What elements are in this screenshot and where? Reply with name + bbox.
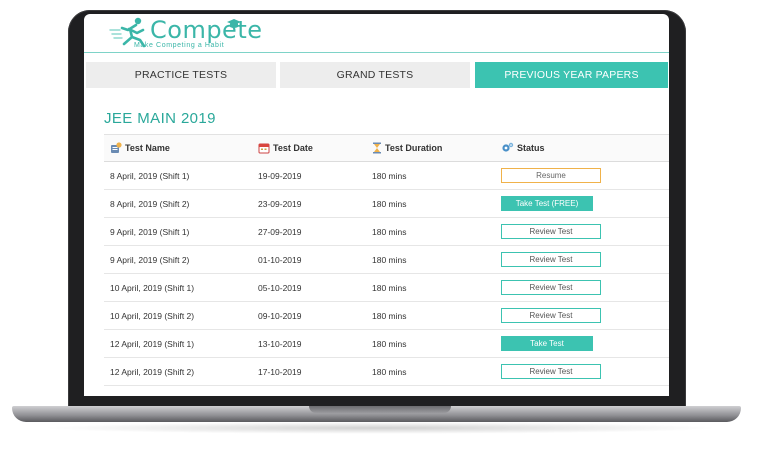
column-header-date: Test Date xyxy=(258,135,313,161)
test-date: 01-10-2019 xyxy=(258,254,302,265)
tests-table: Test Name Test Date Test Duration Status… xyxy=(104,134,669,386)
table-row: 10 April, 2019 (Shift 1) 05-10-2019 180 … xyxy=(104,274,669,302)
tab-previous-year-papers[interactable]: PREVIOUS YEAR PAPERS xyxy=(475,62,668,88)
calendar-icon xyxy=(258,143,270,154)
table-row: 9 April, 2019 (Shift 1) 27-09-2019 180 m… xyxy=(104,218,669,246)
test-name: 8 April, 2019 (Shift 1) xyxy=(110,170,190,181)
review-test-button[interactable]: Review Test xyxy=(501,308,601,323)
test-paper-icon xyxy=(111,142,122,153)
tab-practice-tests[interactable]: PRACTICE TESTS xyxy=(86,62,276,88)
test-duration: 180 mins xyxy=(372,366,407,377)
page-title: JEE MAIN 2019 xyxy=(104,110,216,127)
test-date: 05-10-2019 xyxy=(258,282,302,293)
laptop-notch xyxy=(309,406,451,413)
resume-button[interactable]: Resume xyxy=(501,168,601,183)
status-cell: Take Test xyxy=(501,330,593,357)
take-test-button[interactable]: Take Test xyxy=(501,336,593,351)
status-cell: Review Test xyxy=(501,302,601,329)
review-test-button[interactable]: Review Test xyxy=(501,280,601,295)
test-date: 27-09-2019 xyxy=(258,226,302,237)
test-date: 09-10-2019 xyxy=(258,310,302,321)
gear-icon xyxy=(502,142,514,152)
site-header: Compete Make Competing a Habit xyxy=(84,14,669,53)
column-header-label: Test Name xyxy=(125,143,170,153)
table-header: Test Name Test Date Test Duration Status xyxy=(104,134,669,162)
test-duration: 180 mins xyxy=(372,198,407,209)
logo-wordmark: Compete xyxy=(150,16,263,44)
logo-tagline: Make Competing a Habit xyxy=(134,42,225,49)
column-header-duration: Test Duration xyxy=(372,135,442,161)
test-duration: 180 mins xyxy=(372,338,407,349)
table-row: 12 April, 2019 (Shift 1) 13-10-2019 180 … xyxy=(104,330,669,358)
test-name: 9 April, 2019 (Shift 2) xyxy=(110,254,190,265)
graduation-cap-icon xyxy=(227,19,241,28)
column-header-label: Status xyxy=(517,143,545,153)
status-cell: Resume xyxy=(501,162,601,189)
test-duration: 180 mins xyxy=(372,282,407,293)
test-name: 10 April, 2019 (Shift 1) xyxy=(110,282,195,293)
column-header-status: Status xyxy=(501,135,545,161)
table-row: 8 April, 2019 (Shift 1) 19-09-2019 180 m… xyxy=(104,162,669,190)
test-tabs: PRACTICE TESTS GRAND TESTS PREVIOUS YEAR… xyxy=(84,62,669,90)
status-cell: Review Test xyxy=(501,358,601,385)
review-test-button[interactable]: Review Test xyxy=(501,364,601,379)
hourglass-icon xyxy=(373,142,381,154)
review-test-button[interactable]: Review Test xyxy=(501,224,601,239)
status-cell: Take Test (FREE) xyxy=(501,190,593,217)
test-name: 10 April, 2019 (Shift 2) xyxy=(110,310,195,321)
table-row: 12 April, 2019 (Shift 2) 17-10-2019 180 … xyxy=(104,358,669,386)
test-date: 23-09-2019 xyxy=(258,198,302,209)
test-date: 17-10-2019 xyxy=(258,366,302,377)
status-cell: Review Test xyxy=(501,218,601,245)
laptop-mockup: Compete Make Competing a Habit PRACTICE … xyxy=(0,0,761,454)
test-name: 12 April, 2019 (Shift 1) xyxy=(110,338,195,349)
test-date: 19-09-2019 xyxy=(258,170,302,181)
test-name: 8 April, 2019 (Shift 2) xyxy=(110,198,190,209)
screen: Compete Make Competing a Habit PRACTICE … xyxy=(84,14,669,396)
test-name: 12 April, 2019 (Shift 2) xyxy=(110,366,195,377)
review-test-button[interactable]: Review Test xyxy=(501,252,601,267)
test-duration: 180 mins xyxy=(372,226,407,237)
column-header-name: Test Name xyxy=(110,135,170,161)
tab-grand-tests[interactable]: GRAND TESTS xyxy=(280,62,470,88)
column-header-label: Test Date xyxy=(273,143,313,153)
test-duration: 180 mins xyxy=(372,310,407,321)
logo[interactable]: Compete Make Competing a Habit xyxy=(108,16,262,50)
status-cell: Review Test xyxy=(501,274,601,301)
laptop-shadow xyxy=(40,422,721,434)
table-row: 9 April, 2019 (Shift 2) 01-10-2019 180 m… xyxy=(104,246,669,274)
table-row: 10 April, 2019 (Shift 2) 09-10-2019 180 … xyxy=(104,302,669,330)
table-row: 8 April, 2019 (Shift 2) 23-09-2019 180 m… xyxy=(104,190,669,218)
status-cell: Review Test xyxy=(501,246,601,273)
take-test-free-button[interactable]: Take Test (FREE) xyxy=(501,196,593,211)
test-name: 9 April, 2019 (Shift 1) xyxy=(110,226,190,237)
column-header-label: Test Duration xyxy=(385,143,443,153)
test-date: 13-10-2019 xyxy=(258,338,302,349)
test-duration: 180 mins xyxy=(372,170,407,181)
test-duration: 180 mins xyxy=(372,254,407,265)
